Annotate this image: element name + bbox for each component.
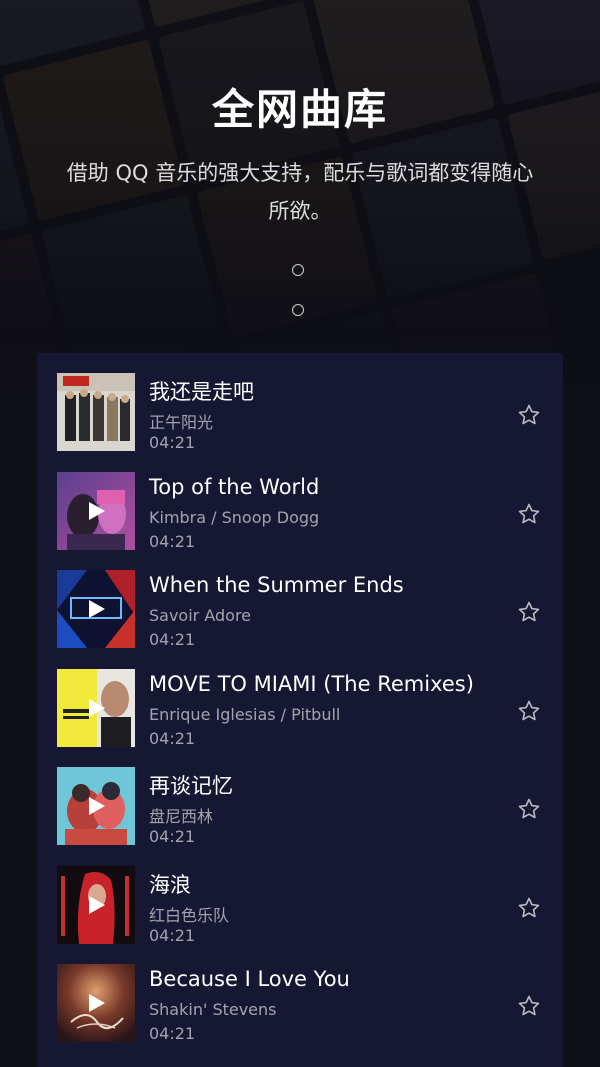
song-row[interactable]: When the Summer Ends Savoir Adore 04:21 bbox=[37, 550, 563, 649]
song-duration: 04:21 bbox=[149, 630, 196, 649]
song-artist: 红白色乐队 bbox=[149, 905, 230, 925]
favorite-star-icon[interactable] bbox=[517, 699, 541, 723]
play-icon[interactable] bbox=[88, 993, 106, 1013]
song-row[interactable]: Top of the World Kimbra / Snoop Dogg 04:… bbox=[37, 452, 563, 551]
play-icon[interactable] bbox=[88, 895, 106, 915]
play-icon[interactable] bbox=[88, 599, 106, 619]
song-title: 再谈记忆 bbox=[149, 774, 233, 798]
album-cover bbox=[57, 668, 135, 747]
play-icon[interactable] bbox=[88, 796, 106, 816]
album-cover bbox=[57, 373, 135, 451]
album-cover bbox=[57, 964, 135, 1042]
pager-dot-2[interactable] bbox=[292, 304, 306, 318]
song-row[interactable]: MOVE TO MIAMI (The Remixes) Enrique Igle… bbox=[37, 649, 563, 748]
page-title: 全网曲库 bbox=[211, 85, 388, 134]
song-title: Top of the World bbox=[149, 474, 320, 499]
song-artist: Shakin' Stevens bbox=[149, 1000, 277, 1019]
song-artist: Savoir Adore bbox=[149, 606, 252, 625]
song-row[interactable]: Because I Love You Shakin' Stevens 04:21 bbox=[37, 944, 563, 1043]
song-artist: Kimbra / Snoop Dogg bbox=[149, 507, 320, 527]
album-cover bbox=[57, 471, 135, 550]
song-artist: 盘尼西林 bbox=[149, 807, 214, 826]
favorite-star-icon[interactable] bbox=[517, 896, 541, 920]
favorite-star-icon[interactable] bbox=[517, 600, 541, 624]
song-title: When the Summer Ends bbox=[149, 573, 404, 597]
favorite-star-icon[interactable] bbox=[517, 502, 541, 526]
song-duration: 04:21 bbox=[149, 433, 196, 452]
favorite-star-icon[interactable] bbox=[517, 797, 541, 821]
intro-header: 全网曲库 借助 QQ 音乐的强大支持，配乐与歌词都变得随心所欲。 bbox=[0, 0, 600, 350]
song-row[interactable]: 海浪 红白色乐队 04:21 bbox=[37, 846, 563, 945]
song-duration: 04:21 bbox=[149, 1024, 196, 1043]
song-title: 我还是走吧 bbox=[149, 380, 254, 404]
play-icon[interactable] bbox=[88, 501, 106, 521]
album-cover bbox=[57, 767, 135, 845]
song-duration: 04:21 bbox=[149, 728, 196, 748]
song-title: Because I Love You bbox=[149, 967, 350, 991]
page-subtitle: 借助 QQ 音乐的强大支持，配乐与歌词都变得随心所欲。 bbox=[66, 161, 534, 223]
album-cover bbox=[57, 865, 135, 944]
album-cover bbox=[57, 570, 135, 648]
song-duration: 04:21 bbox=[149, 531, 196, 551]
song-row[interactable]: 我还是走吧 正午阳光 04:21 bbox=[37, 353, 563, 452]
play-icon[interactable] bbox=[88, 698, 106, 718]
song-artist: Enrique Iglesias / Pitbull bbox=[149, 704, 341, 724]
song-title: MOVE TO MIAMI (The Remixes) bbox=[149, 671, 474, 696]
song-artist: 正午阳光 bbox=[149, 413, 214, 432]
song-duration: 04:21 bbox=[149, 827, 196, 846]
favorite-star-icon[interactable] bbox=[517, 403, 541, 427]
song-list: 我还是走吧 正午阳光 04:21 Top of the World Kimbra… bbox=[37, 353, 563, 1067]
pager-dot-1[interactable] bbox=[292, 264, 306, 278]
song-duration: 04:21 bbox=[149, 925, 196, 945]
favorite-star-icon[interactable] bbox=[517, 994, 541, 1018]
song-title: 海浪 bbox=[149, 872, 191, 897]
song-row[interactable]: 再谈记忆 盘尼西林 04:21 bbox=[37, 747, 563, 846]
